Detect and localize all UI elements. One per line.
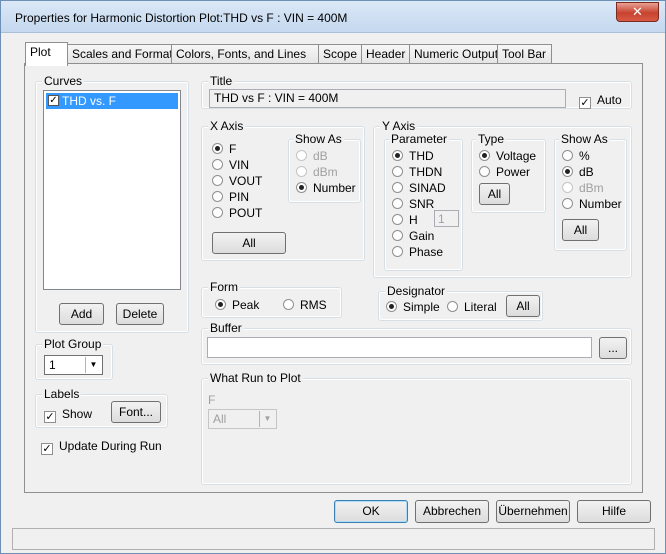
auto-title-checkbox[interactable]: ✓ Auto bbox=[579, 93, 622, 109]
x-axis-group: X Axis F VIN VOUT PIN POUT All Show As d… bbox=[201, 119, 365, 261]
curves-legend: Curves bbox=[42, 74, 85, 88]
update-during-run-checkbox[interactable]: ✓ Update During Run bbox=[41, 439, 162, 455]
x-show-as-dbm[interactable]: dBm bbox=[296, 165, 338, 179]
designator-literal[interactable]: Literal bbox=[447, 300, 497, 314]
y-show-as-number[interactable]: Number bbox=[562, 197, 622, 211]
buffer-legend: Buffer bbox=[208, 321, 244, 335]
plot-group-group: Plot Group 1 ▼ bbox=[35, 337, 113, 380]
plot-tab-panel: Curves ✓ THD vs. F Add Delete Plot Group… bbox=[24, 63, 643, 493]
x-axis-all-button[interactable]: All bbox=[212, 232, 286, 254]
tab-numeric-output[interactable]: Numeric Output bbox=[409, 44, 498, 65]
y-show-as-percent[interactable]: % bbox=[562, 149, 590, 163]
labels-font-button[interactable]: Font... bbox=[111, 401, 161, 423]
curve-label: THD vs. F bbox=[62, 94, 116, 108]
curve-checkbox[interactable]: ✓ bbox=[48, 95, 59, 106]
parameter-group: Parameter THD THDN SINAD SNR H 1 Gain Ph… bbox=[384, 132, 463, 271]
show-labels-checkbox[interactable]: ✓ Show bbox=[44, 407, 92, 423]
close-button[interactable]: ✕ bbox=[616, 2, 659, 22]
plot-group-legend: Plot Group bbox=[42, 337, 104, 351]
title-input[interactable]: THD vs F : VIN = 400M bbox=[209, 89, 566, 108]
title-group: Title THD vs F : VIN = 400M ✓ Auto bbox=[201, 74, 632, 109]
type-all-button[interactable]: All bbox=[479, 183, 510, 205]
x-show-as-group: Show As dB dBm Number bbox=[288, 132, 361, 203]
form-group: Form Peak RMS bbox=[201, 280, 342, 318]
x-axis-option-pin[interactable]: PIN bbox=[212, 190, 249, 204]
delete-curve-button[interactable]: Delete bbox=[116, 303, 164, 325]
type-power[interactable]: Power bbox=[479, 165, 530, 179]
form-rms[interactable]: RMS bbox=[283, 298, 327, 312]
y-axis-legend: Y Axis bbox=[380, 119, 418, 133]
ok-button[interactable]: OK bbox=[334, 500, 408, 523]
status-bar bbox=[12, 528, 655, 550]
plot-group-select[interactable]: 1 ▼ bbox=[44, 355, 103, 375]
curves-list[interactable]: ✓ THD vs. F bbox=[43, 90, 181, 290]
type-legend: Type bbox=[476, 132, 507, 146]
parameter-sinad[interactable]: SINAD bbox=[392, 181, 446, 195]
tab-tool-bar[interactable]: Tool Bar bbox=[497, 44, 552, 65]
y-axis-group: Y Axis Parameter THD THDN SINAD SNR H 1 … bbox=[373, 119, 632, 278]
title-bar: Properties for Harmonic Distortion Plot:… bbox=[1, 1, 665, 33]
type-group: Type Voltage Power All bbox=[471, 132, 546, 213]
checkbox-box: ✓ bbox=[41, 443, 53, 455]
x-axis-option-f[interactable]: F bbox=[212, 142, 236, 156]
form-peak[interactable]: Peak bbox=[215, 298, 259, 312]
labels-legend: Labels bbox=[42, 387, 82, 401]
designator-legend: Designator bbox=[385, 284, 448, 298]
x-show-as-legend: Show As bbox=[293, 132, 344, 146]
properties-dialog: Properties for Harmonic Distortion Plot:… bbox=[0, 0, 666, 554]
curves-group: Curves ✓ THD vs. F Add Delete bbox=[35, 74, 189, 333]
buffer-browse-button[interactable]: ... bbox=[599, 337, 627, 359]
x-show-as-db[interactable]: dB bbox=[296, 149, 328, 163]
x-show-as-number[interactable]: Number bbox=[296, 181, 356, 195]
y-show-as-group: Show As % dB dBm Number All bbox=[554, 132, 627, 251]
chevron-down-icon: ▼ bbox=[85, 357, 101, 373]
x-axis-option-vin[interactable]: VIN bbox=[212, 158, 249, 172]
checkbox-box: ✓ bbox=[44, 411, 56, 423]
designator-all-button[interactable]: All bbox=[506, 295, 540, 317]
parameter-phase[interactable]: Phase bbox=[392, 245, 443, 259]
labels-group: Labels ✓ Show Font... bbox=[35, 387, 168, 428]
y-show-as-dbm[interactable]: dBm bbox=[562, 181, 604, 195]
chevron-down-icon: ▼ bbox=[259, 411, 275, 427]
what-run-legend: What Run to Plot bbox=[208, 371, 303, 385]
buffer-input[interactable] bbox=[207, 337, 592, 358]
y-show-as-legend: Show As bbox=[559, 132, 610, 146]
type-voltage[interactable]: Voltage bbox=[479, 149, 536, 163]
title-legend: Title bbox=[208, 74, 235, 88]
x-axis-option-vout[interactable]: VOUT bbox=[212, 174, 262, 188]
form-legend: Form bbox=[208, 280, 240, 294]
checkbox-box: ✓ bbox=[579, 97, 591, 109]
parameter-legend: Parameter bbox=[389, 132, 450, 146]
window-title: Properties for Harmonic Distortion Plot:… bbox=[15, 11, 348, 25]
parameter-thdn[interactable]: THDN bbox=[392, 165, 442, 179]
designator-simple[interactable]: Simple bbox=[386, 300, 440, 314]
tab-plot[interactable]: Plot bbox=[25, 42, 68, 66]
x-axis-legend: X Axis bbox=[208, 119, 246, 133]
close-icon: ✕ bbox=[632, 4, 643, 19]
what-run-group: What Run to Plot F All ▼ bbox=[201, 371, 632, 485]
tab-header[interactable]: Header bbox=[361, 44, 410, 65]
tab-scales-and-formats[interactable]: Scales and Formats bbox=[67, 44, 179, 65]
tab-scope[interactable]: Scope bbox=[318, 44, 362, 65]
what-run-select[interactable]: All ▼ bbox=[208, 409, 277, 429]
designator-group: Designator Simple Literal All bbox=[378, 284, 543, 321]
y-show-as-all-button[interactable]: All bbox=[562, 219, 599, 241]
parameter-h[interactable]: H bbox=[392, 213, 418, 227]
parameter-snr[interactable]: SNR bbox=[392, 197, 434, 211]
list-item[interactable]: ✓ THD vs. F bbox=[46, 93, 178, 109]
apply-button[interactable]: Übernehmen bbox=[496, 500, 570, 523]
harmonic-number-input[interactable]: 1 bbox=[434, 210, 459, 227]
what-run-sub-label: F bbox=[208, 393, 216, 407]
cancel-button[interactable]: Abbrechen bbox=[415, 500, 489, 523]
parameter-thd[interactable]: THD bbox=[392, 149, 434, 163]
help-button[interactable]: Hilfe bbox=[577, 500, 651, 523]
buffer-group: Buffer ... bbox=[201, 321, 632, 365]
tab-colors-fonts-lines[interactable]: Colors, Fonts, and Lines bbox=[171, 44, 319, 65]
add-curve-button[interactable]: Add bbox=[59, 303, 104, 325]
x-axis-option-pout[interactable]: POUT bbox=[212, 206, 262, 220]
y-show-as-db[interactable]: dB bbox=[562, 165, 594, 179]
parameter-gain[interactable]: Gain bbox=[392, 229, 434, 243]
